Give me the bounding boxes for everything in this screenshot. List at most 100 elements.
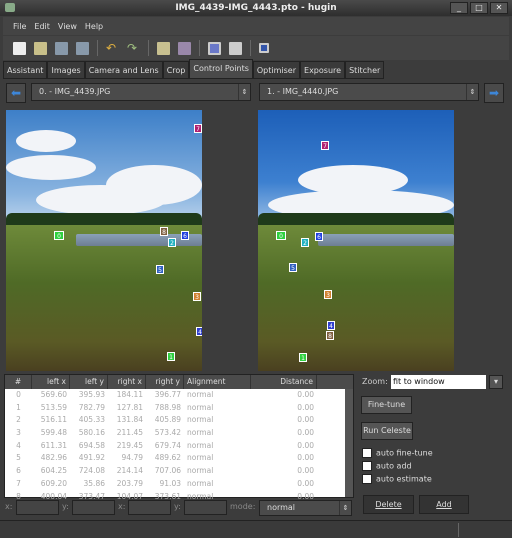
zoom-dropdown-button[interactable]: ▾ xyxy=(489,375,503,389)
table-cell: 203.79 xyxy=(116,478,143,488)
gl-preview-icon[interactable] xyxy=(229,41,242,55)
fine-tune-button[interactable]: Fine-tune xyxy=(361,396,412,414)
right-image-canvas[interactable]: 7 0 2 6 5 3 4 8 1 xyxy=(258,110,454,371)
left-image-select[interactable]: 0. - IMG_4439.JPG ⇕ xyxy=(31,83,251,101)
table-cell: 0.00 xyxy=(297,453,314,463)
minimize-button[interactable]: _ xyxy=(450,2,468,14)
table-row[interactable]: 5 482.96 491.92 94.79 489.62 normal 0.00 xyxy=(5,452,353,465)
table-row[interactable]: 1 513.59 782.79 127.81 788.98 normal 0.00 xyxy=(5,402,353,415)
table-cell: normal xyxy=(187,440,214,450)
tab-stitcher[interactable]: Stitcher xyxy=(345,61,385,79)
col-distance[interactable]: Distance xyxy=(251,375,317,389)
left-y-label: y: xyxy=(62,502,69,511)
right-image-select[interactable]: 1. - IMG_4440.JPG ⇕ xyxy=(259,83,479,101)
table-row[interactable]: 0 569.60 395.93 184.11 396.77 normal 0.00 xyxy=(5,389,353,402)
col-right-y[interactable]: right y xyxy=(146,375,184,389)
left-x-input[interactable] xyxy=(16,500,59,515)
tab-images[interactable]: Images xyxy=(47,61,85,79)
col-num[interactable]: # xyxy=(5,375,32,389)
menu-help[interactable]: Help xyxy=(85,22,103,31)
left-y-input[interactable] xyxy=(72,500,115,515)
table-cell: 7 xyxy=(16,478,21,488)
prev-image-button[interactable]: ⬅ xyxy=(6,83,26,103)
auto-estimate-checkbox[interactable]: auto estimate xyxy=(362,474,432,484)
table-cell: 516.11 xyxy=(40,415,67,425)
table-row[interactable]: 3 599.48 580.16 211.45 573.42 normal 0.00 xyxy=(5,427,353,440)
table-cell: 573.42 xyxy=(154,428,181,438)
tab-crop[interactable]: Crop xyxy=(162,61,190,79)
col-alignment[interactable]: Alignment xyxy=(184,375,251,389)
table-cell: 395.93 xyxy=(78,390,105,399)
menu-edit[interactable]: Edit xyxy=(34,22,50,31)
spin-icon: ⇕ xyxy=(238,84,250,100)
open-icon[interactable] xyxy=(34,41,47,55)
separator xyxy=(97,40,98,56)
table-cell: 4 xyxy=(16,440,21,450)
new-icon[interactable] xyxy=(13,41,26,55)
tab-control-points[interactable]: Control Points xyxy=(189,59,253,79)
table-cell: 219.45 xyxy=(116,440,143,450)
auto-finetune-label: auto fine-tune xyxy=(376,448,433,458)
table-cell: 482.96 xyxy=(40,453,67,463)
table-row[interactable]: 6 604.25 724.08 214.14 707.06 normal 0.00 xyxy=(5,465,353,478)
save-as-icon[interactable] xyxy=(76,41,89,55)
info-icon[interactable] xyxy=(259,43,269,53)
table-row[interactable]: 2 516.11 405.33 131.84 405.89 normal 0.00 xyxy=(5,414,353,427)
right-x-input[interactable] xyxy=(128,500,171,515)
right-y-label: y: xyxy=(174,502,181,511)
redo-icon[interactable]: ↷ xyxy=(127,41,140,55)
auto-finetune-checkbox[interactable]: auto fine-tune xyxy=(362,448,433,458)
table-cell: 724.08 xyxy=(78,466,105,476)
table-cell: 0.00 xyxy=(297,390,314,399)
arrow-right-icon: ➡ xyxy=(488,86,500,100)
left-image-canvas[interactable]: 7 0 8 2 6 5 3 4 1 xyxy=(6,110,202,371)
separator xyxy=(199,40,200,56)
left-x-label: x: xyxy=(5,502,13,511)
table-cell: 214.14 xyxy=(116,466,143,476)
col-left-x[interactable]: left x xyxy=(32,375,70,389)
right-y-input[interactable] xyxy=(184,500,227,515)
tab-bar: Assistant Images Camera and Lens Crop Co… xyxy=(3,59,385,79)
save-icon[interactable] xyxy=(55,41,68,55)
table-cell: 91.03 xyxy=(159,478,181,488)
table-cell: 489.62 xyxy=(154,453,181,463)
menu-file[interactable]: File xyxy=(13,22,26,31)
close-button[interactable]: ✕ xyxy=(490,2,508,14)
add-button[interactable]: Add xyxy=(419,495,469,514)
table-row[interactable]: 7 609.20 35.86 203.79 91.03 normal 0.00 xyxy=(5,478,353,491)
preview-icon[interactable] xyxy=(208,41,221,55)
table-cell: 6 xyxy=(16,466,21,476)
zoom-label: Zoom: xyxy=(362,377,388,386)
control-points-table[interactable]: # left x left y right x right y Alignmen… xyxy=(4,374,354,501)
col-right-x[interactable]: right x xyxy=(108,375,146,389)
table-cell: 609.20 xyxy=(40,478,67,488)
undo-icon[interactable]: ↶ xyxy=(106,41,119,55)
tab-optimiser[interactable]: Optimiser xyxy=(252,61,301,79)
table-cell: 0.00 xyxy=(297,478,314,488)
tab-assistant[interactable]: Assistant xyxy=(3,61,48,79)
tab-camera-lens[interactable]: Camera and Lens xyxy=(84,61,163,79)
table-cell: 611.31 xyxy=(40,440,67,450)
table-cell: normal xyxy=(187,428,214,438)
auto-add-checkbox[interactable]: auto add xyxy=(362,461,412,471)
table-row[interactable]: 4 611.31 694.58 219.45 679.74 normal 0.00 xyxy=(5,440,353,453)
table-cell: 5 xyxy=(16,453,21,463)
zoom-input[interactable]: fit to window xyxy=(391,375,486,389)
auto-add-label: auto add xyxy=(376,461,412,471)
maximize-button[interactable]: □ xyxy=(470,2,488,14)
left-image-label: 0. - IMG_4439.JPG xyxy=(39,87,111,96)
menu-bar: File Edit View Help xyxy=(3,17,509,35)
add-series-icon[interactable] xyxy=(178,41,191,55)
mode-value: normal xyxy=(267,503,296,512)
add-images-icon[interactable] xyxy=(157,41,170,55)
tab-exposure[interactable]: Exposure xyxy=(300,61,346,79)
mode-select[interactable]: normal ⇕ xyxy=(259,500,352,516)
menu-view[interactable]: View xyxy=(58,22,77,31)
table-cell: 788.98 xyxy=(154,402,181,412)
next-image-button[interactable]: ➡ xyxy=(484,83,504,103)
delete-button[interactable]: Delete xyxy=(363,495,414,514)
run-celeste-button[interactable]: Run Celeste xyxy=(361,422,413,440)
col-left-y[interactable]: left y xyxy=(70,375,108,389)
window-title: IMG_4439-IMG_4443.pto - hugin xyxy=(175,3,337,13)
table-scrollbar[interactable] xyxy=(345,389,353,497)
